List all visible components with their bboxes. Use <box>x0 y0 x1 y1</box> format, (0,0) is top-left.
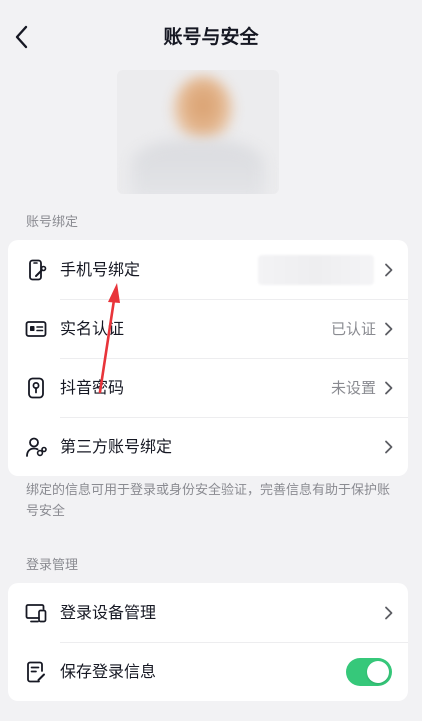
account-binding-card: 手机号绑定 实名认证 已认证 抖音密码 未设置 第三方账号绑定 <box>8 240 408 476</box>
save-login-info-label: 保存登录信息 <box>60 661 157 681</box>
phone-binding-row[interactable]: 手机号绑定 <box>8 240 408 299</box>
section-title-login-management: 登录管理 <box>26 558 79 573</box>
douyin-password-row[interactable]: 抖音密码 未设置 <box>8 358 408 417</box>
chevron-right-icon <box>382 263 394 277</box>
chevron-right-icon <box>382 322 394 336</box>
binding-info-note: 绑定的信息可用于登录或身份安全验证，完善信息有助于保护账号安全 <box>26 483 391 519</box>
key-lock-icon <box>24 376 48 400</box>
document-edit-icon <box>24 660 48 684</box>
real-name-verification-row[interactable]: 实名认证 已认证 <box>8 299 408 358</box>
user-link-icon <box>24 435 48 459</box>
save-login-info-row: 保存登录信息 <box>8 642 408 701</box>
devices-icon <box>24 601 48 625</box>
chevron-right-icon <box>382 440 394 454</box>
third-party-binding-row[interactable]: 第三方账号绑定 <box>8 417 408 476</box>
douyin-password-status: 未设置 <box>330 379 376 397</box>
login-management-card: 登录设备管理 保存登录信息 <box>8 583 408 701</box>
login-device-management-row[interactable]: 登录设备管理 <box>8 583 408 642</box>
toggle-knob <box>367 660 389 683</box>
login-device-management-label: 登录设备管理 <box>60 602 157 622</box>
real-name-verification-status: 已认证 <box>330 320 376 338</box>
phone-binding-label: 手机号绑定 <box>60 259 141 279</box>
navigation-bar: 账号与安全 <box>0 0 422 72</box>
real-name-verification-label: 实名认证 <box>60 318 125 338</box>
chevron-right-icon <box>382 606 394 620</box>
phone-number-value <box>258 254 374 285</box>
save-login-info-toggle[interactable] <box>346 657 392 686</box>
third-party-binding-label: 第三方账号绑定 <box>60 436 173 456</box>
avatar[interactable] <box>117 70 279 194</box>
chevron-right-icon <box>382 381 394 395</box>
phone-link-icon <box>24 258 48 282</box>
id-card-icon <box>24 317 48 341</box>
section-title-account-binding: 账号绑定 <box>26 215 79 230</box>
douyin-password-label: 抖音密码 <box>60 377 125 397</box>
page-title: 账号与安全 <box>163 26 259 48</box>
